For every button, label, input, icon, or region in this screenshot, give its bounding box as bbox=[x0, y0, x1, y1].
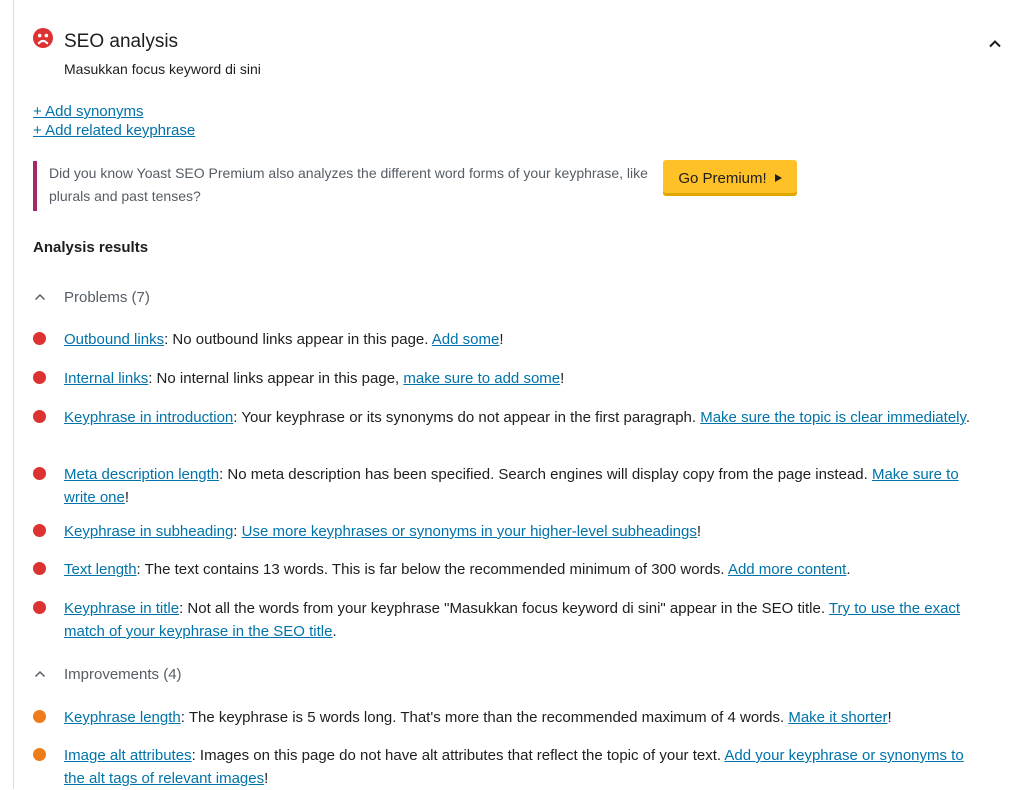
result-link[interactable]: Image alt attributes bbox=[64, 747, 192, 764]
result-tail: ! bbox=[560, 370, 565, 387]
result-tail: . bbox=[332, 623, 337, 640]
result-text: : Your keyphrase or its synonyms do not … bbox=[233, 409, 701, 426]
result-item: Image alt attributes: Images on this pag… bbox=[33, 744, 983, 790]
add-related-keyphrase-link[interactable]: + Add related keyphrase bbox=[33, 121, 195, 140]
problem-bullet-icon bbox=[33, 332, 46, 345]
result-tail: . bbox=[965, 409, 971, 426]
result-action-link[interactable]: Make sure the topic is clear immediately bbox=[700, 409, 966, 426]
problem-bullet-icon bbox=[33, 562, 46, 575]
upsell-text: Did you know Yoast SEO Premium also anal… bbox=[49, 165, 648, 204]
result-tail: ! bbox=[887, 709, 892, 726]
problem-bullet-icon bbox=[33, 410, 46, 423]
improvement-bullet-icon bbox=[33, 710, 46, 723]
result-action-link[interactable]: Make it shorter bbox=[788, 709, 887, 726]
result-link[interactable]: Keyphrase in introduction bbox=[64, 409, 233, 426]
result-tail: ! bbox=[499, 331, 504, 348]
result-action-link[interactable]: Add some bbox=[432, 331, 500, 348]
result-item: Internal links: No internal links appear… bbox=[33, 367, 983, 390]
go-premium-button[interactable]: Go Premium! bbox=[663, 160, 797, 196]
chevron-up-icon[interactable] bbox=[983, 32, 1007, 56]
result-text: : Images on this page do not have alt at… bbox=[191, 747, 725, 764]
result-link[interactable]: Keyphrase in title bbox=[64, 600, 179, 617]
problems-label: Problems (7) bbox=[64, 288, 150, 306]
result-link[interactable]: Meta description length bbox=[64, 466, 219, 483]
panel-title: SEO analysis bbox=[64, 31, 179, 52]
result-text: : No internal links appear in this page, bbox=[148, 370, 404, 387]
result-item: Keyphrase in introduction: Your keyphras… bbox=[33, 406, 983, 429]
improvements-toggle[interactable]: Improvements (4) bbox=[33, 663, 182, 685]
problem-bullet-icon bbox=[33, 601, 46, 614]
analysis-results-heading: Analysis results bbox=[33, 239, 149, 256]
result-item: Keyphrase length: The keyphrase is 5 wor… bbox=[33, 706, 983, 729]
problem-bullet-icon bbox=[33, 371, 46, 384]
improvement-bullet-icon bbox=[33, 748, 46, 761]
result-text: : The keyphrase is 5 words long. That's … bbox=[180, 709, 789, 726]
result-text: : bbox=[233, 523, 242, 540]
result-action-link[interactable]: Add more content bbox=[728, 561, 846, 578]
result-link[interactable]: Internal links bbox=[64, 370, 148, 387]
upsell-accent-bar bbox=[33, 161, 37, 211]
result-item: Keyphrase in title: Not all the words fr… bbox=[33, 597, 983, 643]
premium-upsell: Did you know Yoast SEO Premium also anal… bbox=[33, 160, 933, 212]
result-link[interactable]: Keyphrase in subheading bbox=[64, 523, 233, 540]
result-text: : Not all the words from your keyphrase … bbox=[179, 600, 829, 617]
focus-keyphrase-value: Masukkan focus keyword di sini bbox=[64, 61, 261, 77]
chevron-up-icon bbox=[34, 670, 46, 678]
problems-toggle[interactable]: Problems (7) bbox=[33, 286, 150, 308]
result-text: : No outbound links appear in this page. bbox=[164, 331, 432, 348]
result-tail: ! bbox=[264, 770, 269, 787]
result-item: Keyphrase in subheading: Use more keyphr… bbox=[33, 520, 983, 543]
result-item: Text length: The text contains 13 words.… bbox=[33, 558, 983, 581]
caret-right-icon bbox=[774, 174, 782, 182]
go-premium-label: Go Premium! bbox=[678, 169, 767, 187]
result-tail: ! bbox=[696, 523, 702, 540]
add-synonyms-link[interactable]: + Add synonyms bbox=[33, 102, 195, 121]
sad-face-icon bbox=[33, 28, 53, 48]
seo-analysis-panel: SEO analysis Masukkan focus keyword di s… bbox=[33, 28, 1001, 787]
result-item: Outbound links: No outbound links appear… bbox=[33, 328, 983, 351]
result-item: Meta description length: No meta descrip… bbox=[33, 463, 983, 509]
result-action-link[interactable]: Use more keyphrases or synonyms in your … bbox=[242, 523, 697, 540]
seo-analysis-header[interactable]: SEO analysis Masukkan focus keyword di s… bbox=[33, 28, 1001, 82]
result-link[interactable]: Text length bbox=[64, 561, 137, 578]
result-link[interactable]: Keyphrase length bbox=[64, 709, 181, 726]
keyphrase-links: + Add synonyms + Add related keyphrase bbox=[33, 102, 195, 140]
result-tail: . bbox=[846, 561, 851, 578]
problem-bullet-icon bbox=[33, 467, 46, 480]
left-border bbox=[13, 0, 14, 789]
result-link[interactable]: Outbound links bbox=[64, 331, 164, 348]
chevron-up-icon bbox=[34, 293, 46, 301]
improvements-label: Improvements (4) bbox=[64, 665, 182, 683]
result-text: : No meta description has been specified… bbox=[219, 466, 872, 483]
result-tail: ! bbox=[124, 489, 130, 506]
result-action-link[interactable]: make sure to add some bbox=[403, 370, 560, 387]
problem-bullet-icon bbox=[33, 524, 46, 537]
result-text: : The text contains 13 words. This is fa… bbox=[136, 561, 728, 578]
